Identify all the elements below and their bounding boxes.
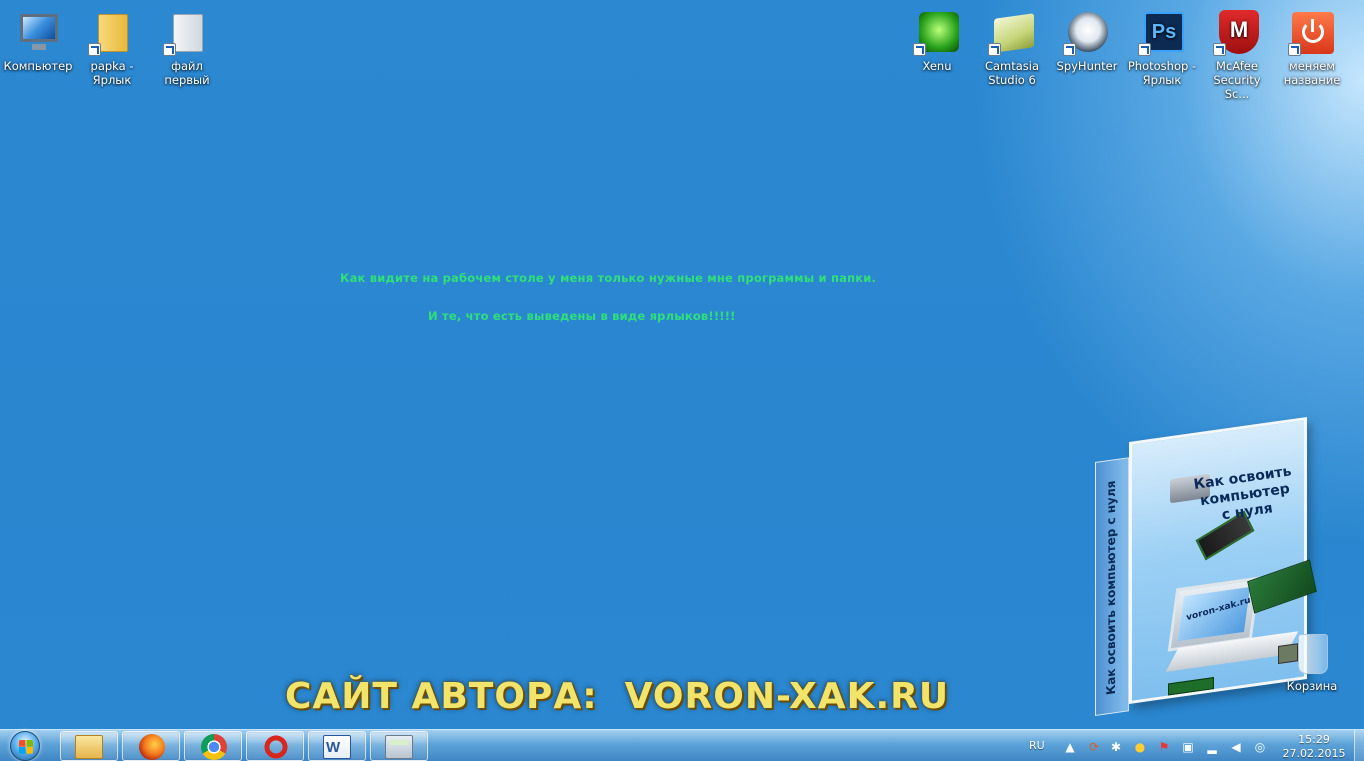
windows-start-icon [10, 731, 40, 761]
system-clock[interactable]: 15:29 27.02.2015 [1278, 733, 1350, 761]
mcafee-icon: M [1213, 8, 1261, 56]
motherboard-icon [1247, 559, 1317, 614]
tray-app-icon-1[interactable]: ⟳ [1086, 739, 1102, 755]
volume-icon[interactable]: ◀ [1228, 739, 1244, 755]
ram-module-icon [1168, 677, 1214, 696]
desktop-icon-xenu[interactable]: Xenu [900, 2, 974, 73]
shortcut-arrow-icon [1063, 43, 1076, 56]
shortcut-arrow-icon [1138, 43, 1151, 56]
photoshop-icon: Ps [1138, 8, 1186, 56]
shortcut-arrow-icon [1288, 43, 1301, 56]
desktop-icon-file-first[interactable]: файл первый [150, 2, 224, 87]
clock-date: 27.02.2015 [1282, 747, 1346, 760]
desktop-icon-rename[interactable]: меняем название [1275, 2, 1349, 87]
recycle-bin-icon [1288, 628, 1336, 676]
desktop-icon-spyhunter[interactable]: SpyHunter [1050, 2, 1124, 73]
desktop-icon-computer[interactable]: Компьютер [1, 2, 75, 73]
start-button[interactable] [4, 730, 50, 761]
icon-label: papka - Ярлык [90, 59, 134, 87]
camtasia-icon [988, 8, 1036, 56]
safely-remove-icon[interactable]: ▣ [1180, 739, 1196, 755]
desktop-note-line1: Как видите на рабочем столе у меня тольк… [340, 271, 877, 285]
taskbar-calculator-button[interactable] [370, 731, 428, 761]
desktop-icon-camtasia[interactable]: Camtasia Studio 6 [975, 2, 1049, 87]
author-site-banner: САЙТ АВТОРА: VORON-XAK.RU [285, 676, 950, 717]
spyhunter-icon [1063, 8, 1111, 56]
shortcut-arrow-icon [988, 43, 1001, 56]
book-spine-title: Как освоить компьютер с нуля [1104, 479, 1118, 696]
network-signal-icon[interactable]: ▂ [1204, 739, 1220, 755]
icon-label: Компьютер [3, 59, 73, 73]
shortcut-arrow-icon [913, 43, 926, 56]
action-center-flag-icon[interactable]: ⚑ [1156, 739, 1172, 755]
desktop-icon-mcafee[interactable]: M McAfee Security Sc... [1200, 2, 1274, 101]
tray-app-icon-3[interactable]: ● [1132, 739, 1148, 755]
shortcut-arrow-icon [1213, 43, 1226, 56]
tray-app-icon-4[interactable]: ◎ [1252, 739, 1268, 755]
chrome-icon [201, 734, 227, 760]
shortcut-arrow-icon [163, 43, 176, 56]
icon-label: McAfee Security Sc... [1213, 59, 1261, 101]
taskbar-firefox-button[interactable] [122, 731, 180, 761]
taskbar-explorer-button[interactable] [60, 731, 118, 761]
language-indicator[interactable]: RU [1029, 739, 1045, 752]
icon-label: меняем название [1283, 59, 1341, 87]
taskbar-word-button[interactable] [308, 731, 366, 761]
desktop: Компьютер papka - Ярлык файл первый Xenu… [0, 0, 1364, 729]
calculator-icon [385, 735, 413, 759]
desktop-note-line2: И те, что есть выведены в виде ярлыков!!… [428, 309, 736, 323]
shortcut-arrow-icon [88, 43, 101, 56]
show-hidden-icons-icon[interactable]: ▲ [1062, 739, 1078, 755]
taskbar-ccleaner-button[interactable] [246, 731, 304, 761]
desktop-icon-papka-shortcut[interactable]: papka - Ярлык [75, 2, 149, 87]
icon-label: Photoshop - Ярлык [1127, 59, 1197, 87]
taskbar-chrome-button[interactable] [184, 731, 242, 761]
ccleaner-icon [263, 734, 289, 760]
icon-label: Корзина [1286, 679, 1338, 693]
computer-icon [14, 8, 62, 56]
power-icon [1288, 8, 1336, 56]
firefox-icon [139, 734, 165, 760]
icon-label: Camtasia Studio 6 [984, 59, 1040, 87]
explorer-icon [75, 735, 103, 759]
tray-app-icon-2[interactable]: ✱ [1108, 739, 1124, 755]
book-spine: Как освоить компьютер с нуля [1095, 457, 1129, 716]
clock-time: 15:29 [1298, 733, 1330, 746]
xenu-icon [913, 8, 961, 56]
desktop-icon-photoshop[interactable]: Ps Photoshop - Ярлык [1125, 2, 1199, 87]
file-shortcut-icon [163, 8, 211, 56]
icon-label: Xenu [922, 59, 952, 73]
taskbar: RU ▲ ⟳ ✱ ● ⚑ ▣ ▂ ◀ ◎ 15:29 27.02.2015 [0, 729, 1364, 761]
icon-label: файл первый [164, 59, 210, 87]
folder-shortcut-icon [88, 8, 136, 56]
show-desktop-button[interactable] [1354, 730, 1364, 761]
desktop-icon-recycle-bin[interactable]: Корзина [1275, 622, 1349, 693]
word-icon [323, 735, 351, 759]
icon-label: SpyHunter [1056, 59, 1118, 73]
